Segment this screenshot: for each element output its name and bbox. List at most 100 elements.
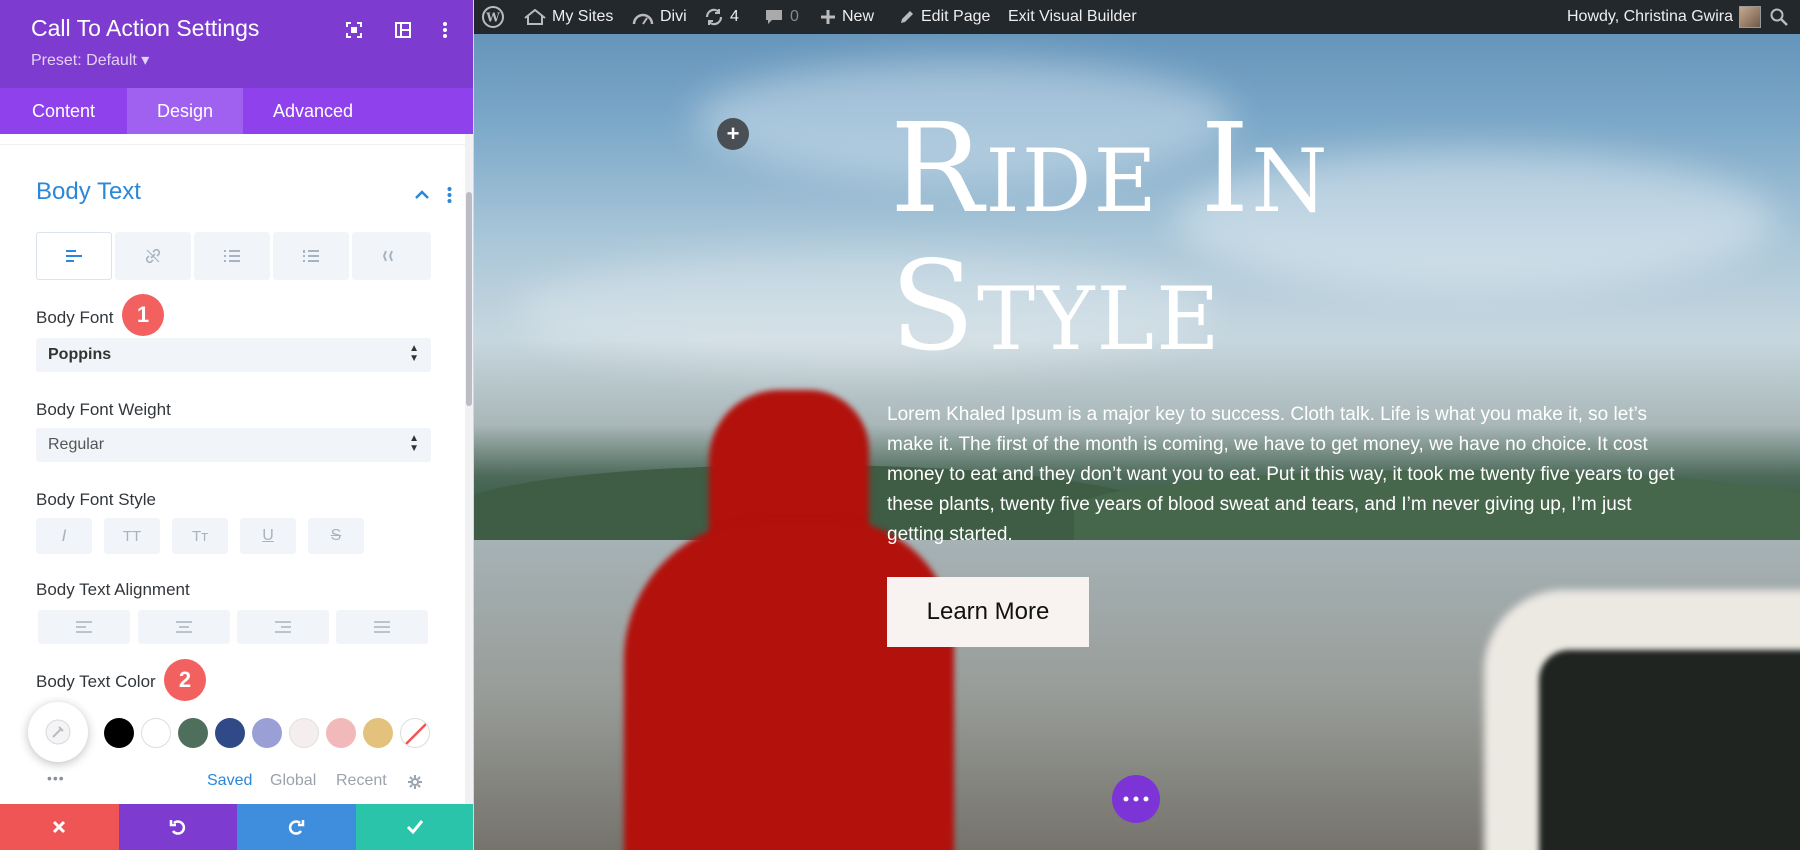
panel-footer [0, 804, 474, 850]
align-justify-icon [373, 621, 391, 633]
expand-icon[interactable] [343, 19, 365, 41]
body-text-alignment-label: Body Text Alignment [36, 580, 190, 600]
link-icon [144, 247, 162, 265]
color-swatch-black[interactable] [104, 718, 134, 748]
text-type-link-tab[interactable] [115, 232, 191, 280]
learn-more-button[interactable]: Learn More [887, 577, 1089, 647]
updates-count: 4 [730, 8, 739, 26]
color-tab-recent[interactable]: Recent [336, 772, 387, 790]
divi-label: Divi [660, 8, 687, 26]
preset-selector[interactable]: Preset: Default ▾ [31, 50, 149, 70]
updates-menu[interactable]: 4 [704, 0, 739, 34]
save-button[interactable] [356, 804, 475, 850]
tab-advanced[interactable]: Advanced [243, 88, 383, 134]
underline-button[interactable]: U [240, 518, 296, 554]
undo-button[interactable] [119, 804, 238, 850]
select-arrows-icon: ▲▼ [409, 344, 419, 364]
new-menu[interactable]: New [820, 0, 874, 34]
edit-page-menu[interactable]: Edit Page [899, 0, 990, 34]
my-sites-menu[interactable]: My Sites [524, 0, 613, 34]
page-canvas: W My Sites Divi 4 0 New [474, 0, 1800, 850]
new-label: New [842, 8, 874, 26]
wordpress-logo-icon[interactable]: W [482, 0, 504, 34]
howdy-label: Howdy, Christina Gwira [1567, 8, 1733, 26]
color-swatch-none[interactable] [400, 718, 430, 748]
body-font-select[interactable]: Poppins ▲▼ [36, 338, 431, 372]
align-right-button[interactable] [237, 610, 329, 644]
my-sites-label: My Sites [552, 8, 613, 26]
align-left-button[interactable] [38, 610, 130, 644]
step-badge-2: 2 [164, 659, 206, 701]
refresh-icon [704, 8, 724, 26]
close-icon [51, 819, 67, 835]
uppercase-button[interactable]: TT [104, 518, 160, 554]
text-type-paragraph-tab[interactable] [36, 232, 112, 280]
body-font-weight-select[interactable]: Regular ▲▼ [36, 428, 431, 462]
color-swatch-navy[interactable] [215, 718, 245, 748]
color-swatch-green[interactable] [178, 718, 208, 748]
panel-tabs: Content Design Advanced [0, 88, 474, 134]
plus-icon [820, 9, 836, 25]
color-swatch-pink[interactable] [326, 718, 356, 748]
color-tab-global[interactable]: Global [270, 772, 316, 790]
color-picker-button[interactable] [28, 702, 88, 762]
search-icon[interactable] [1770, 0, 1788, 34]
panel-scrollbar[interactable] [465, 134, 473, 804]
tab-design[interactable]: Design [127, 88, 243, 134]
panel-header: Call To Action Settings Preset: Default … [0, 0, 474, 88]
align-left-icon [65, 249, 83, 263]
collapse-chevron-icon[interactable] [414, 187, 430, 205]
comments-menu[interactable]: 0 [764, 0, 799, 34]
color-tab-saved[interactable]: Saved [207, 772, 252, 790]
edit-page-label: Edit Page [921, 8, 990, 26]
text-type-ul-tab[interactable] [194, 232, 270, 280]
text-type-ol-tab[interactable] [273, 232, 349, 280]
layout-toggle-icon[interactable] [392, 19, 414, 41]
eyedropper-icon [44, 718, 72, 746]
undo-icon [169, 818, 187, 836]
body-font-style-label: Body Font Style [36, 490, 156, 510]
capitalize-button[interactable]: Tт [172, 518, 228, 554]
align-right-icon [274, 621, 292, 633]
body-font-value: Poppins [48, 346, 111, 363]
step-badge-1: 1 [122, 294, 164, 336]
exit-visual-builder-link[interactable]: Exit Visual Builder [1008, 0, 1137, 34]
scrollbar-thumb[interactable] [466, 192, 472, 406]
hero-title-line-2: Style [890, 238, 1610, 376]
color-swatch-white[interactable] [141, 718, 171, 748]
body-font-weight-label: Body Font Weight [36, 400, 171, 420]
kebab-menu-icon[interactable] [434, 19, 456, 41]
align-center-button[interactable] [138, 610, 230, 644]
redo-button[interactable] [237, 804, 356, 850]
account-menu[interactable]: Howdy, Christina Gwira [1567, 0, 1761, 34]
palette-settings-gear-icon[interactable] [407, 774, 423, 795]
italic-button[interactable]: I [36, 518, 92, 554]
divi-menu[interactable]: Divi [632, 0, 687, 34]
section-menu-icon[interactable] [447, 187, 452, 208]
tab-content[interactable]: Content [0, 88, 127, 134]
person-jacket [624, 520, 954, 850]
hero-title-line-1: Ride In [890, 100, 1610, 238]
svg-text:W: W [485, 11, 500, 25]
body-font-weight-value: Regular [48, 436, 104, 453]
comments-count: 0 [790, 8, 799, 26]
align-left-icon [75, 621, 93, 633]
more-dots-icon [1123, 796, 1149, 802]
select-arrows-icon: ▲▼ [409, 434, 419, 454]
align-justify-button[interactable] [336, 610, 428, 644]
strikethrough-button[interactable]: S [308, 518, 364, 554]
settings-panel: Call To Action Settings Preset: Default … [0, 0, 474, 850]
text-type-quote-tab[interactable] [352, 232, 431, 280]
discard-button[interactable] [0, 804, 119, 850]
more-options-icon[interactable]: ••• [47, 770, 65, 786]
color-swatch-gold[interactable] [363, 718, 393, 748]
section-title: Body Text [36, 178, 141, 206]
color-swatch-lavender[interactable] [252, 718, 282, 748]
color-swatch-cream[interactable] [289, 718, 319, 748]
add-module-button[interactable]: + [717, 118, 749, 150]
body-text-color-label: Body Text Color [36, 672, 156, 692]
builder-menu-button[interactable] [1112, 775, 1160, 823]
panel-title: Call To Action Settings [31, 15, 259, 42]
dashboard-gauge-icon [632, 8, 654, 26]
boat-screen [1539, 650, 1800, 850]
